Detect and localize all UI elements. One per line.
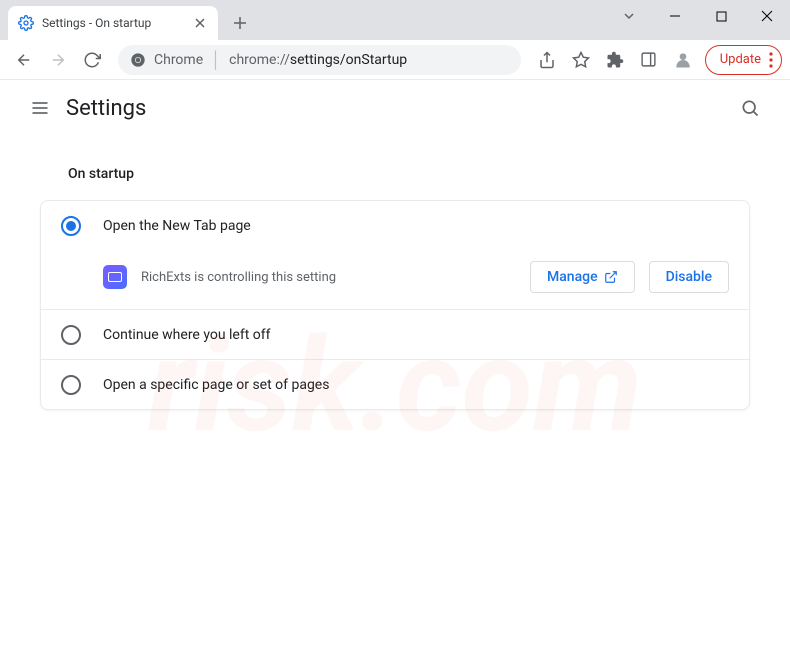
- settings-header: Settings: [0, 80, 790, 136]
- option-continue[interactable]: Continue where you left off: [41, 309, 749, 359]
- back-button[interactable]: [8, 44, 40, 76]
- tab-search-button[interactable]: [606, 0, 652, 32]
- close-window-button[interactable]: [744, 0, 790, 32]
- radio-unselected-icon[interactable]: [61, 325, 81, 345]
- search-settings-button[interactable]: [730, 88, 770, 128]
- tab-title: Settings - On startup: [42, 16, 192, 30]
- update-label: Update: [720, 52, 761, 67]
- window-controls: [606, 0, 790, 32]
- startup-options-card: Open the New Tab page RichExts is contro…: [40, 200, 750, 410]
- manage-button[interactable]: Manage: [530, 261, 635, 293]
- external-link-icon: [604, 270, 618, 284]
- manage-label: Manage: [547, 269, 598, 285]
- option-label: Open a specific page or set of pages: [103, 377, 329, 393]
- extension-notice-text: RichExts is controlling this setting: [141, 270, 516, 285]
- page-title: Settings: [66, 96, 146, 121]
- update-button[interactable]: Update: [705, 45, 782, 75]
- bookmark-star-icon[interactable]: [565, 44, 597, 76]
- profile-avatar-icon[interactable]: [667, 44, 699, 76]
- settings-main: On startup Open the New Tab page RichExt…: [0, 136, 790, 426]
- disable-label: Disable: [666, 269, 712, 285]
- chrome-icon: [130, 52, 146, 68]
- address-bar[interactable]: Chrome │ chrome://settings/onStartup: [118, 45, 521, 75]
- menu-dots-icon: [769, 52, 773, 68]
- browser-tab[interactable]: Settings - On startup: [8, 6, 218, 40]
- browser-toolbar: Chrome │ chrome://settings/onStartup Upd…: [0, 40, 790, 80]
- option-label: Open the New Tab page: [103, 218, 251, 234]
- hamburger-menu-button[interactable]: [20, 88, 60, 128]
- section-title: On startup: [68, 166, 750, 182]
- gear-icon: [18, 15, 34, 31]
- reload-button[interactable]: [76, 44, 108, 76]
- option-specific-pages[interactable]: Open a specific page or set of pages: [41, 359, 749, 409]
- extension-app-icon: [103, 265, 127, 289]
- disable-button[interactable]: Disable: [649, 261, 729, 293]
- radio-selected-icon[interactable]: [61, 216, 81, 236]
- forward-button[interactable]: [42, 44, 74, 76]
- maximize-button[interactable]: [698, 0, 744, 32]
- new-tab-button[interactable]: [226, 9, 254, 37]
- radio-unselected-icon[interactable]: [61, 375, 81, 395]
- tab-close-button[interactable]: [192, 15, 208, 31]
- option-label: Continue where you left off: [103, 327, 271, 343]
- share-icon[interactable]: [531, 44, 563, 76]
- window-titlebar: Settings - On startup: [0, 0, 790, 40]
- extension-notice-row: RichExts is controlling this setting Man…: [41, 251, 749, 309]
- extensions-icon[interactable]: [599, 44, 631, 76]
- address-url: chrome://settings/onStartup: [229, 52, 407, 68]
- option-open-new-tab[interactable]: Open the New Tab page: [41, 201, 749, 251]
- side-panel-icon[interactable]: [633, 44, 665, 76]
- address-scheme-label: Chrome: [154, 52, 203, 68]
- minimize-button[interactable]: [652, 0, 698, 32]
